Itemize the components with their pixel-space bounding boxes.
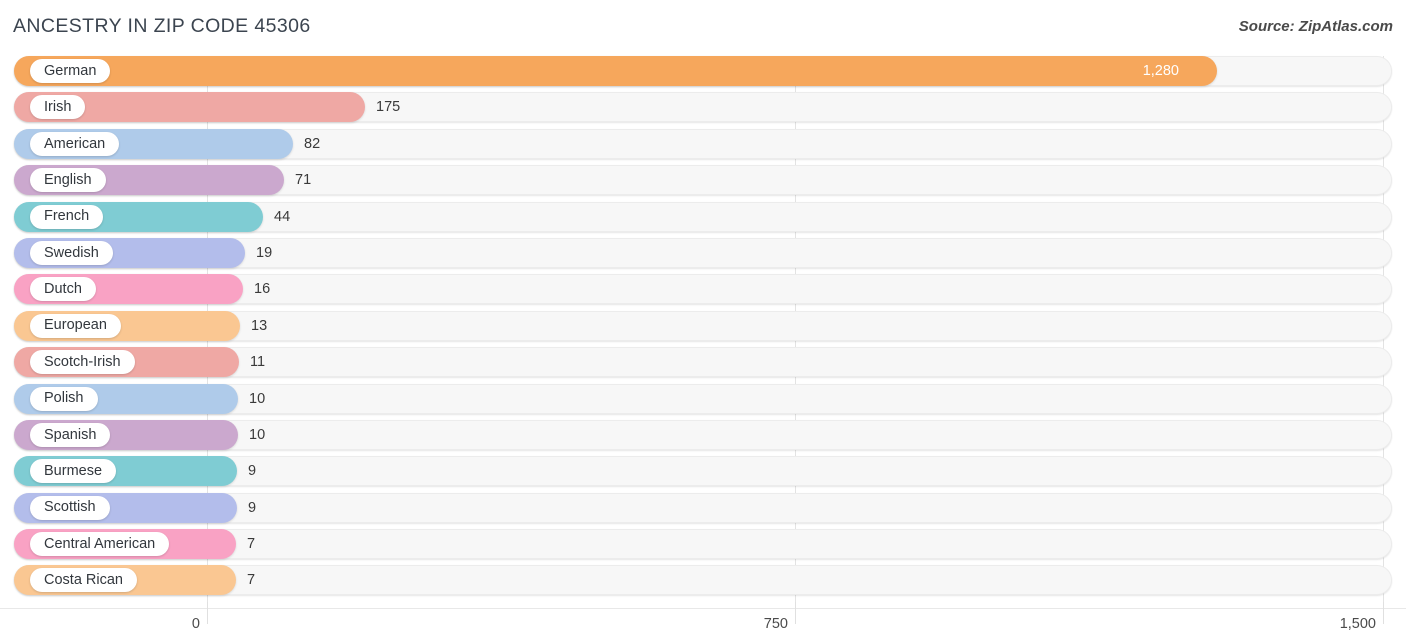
bar-row[interactable]: 7 Central American [0,529,1406,560]
category-label: European [44,317,107,334]
bar-row[interactable]: 1,280 German [0,56,1406,86]
bar-row[interactable]: 71 English [0,165,1406,196]
category-label: Scottish [44,499,96,516]
axis-tick-label: 1,500 [1339,616,1376,632]
source-attribution: Source: ZipAtlas.com [1238,18,1393,35]
category-label: American [44,135,106,152]
axis-tick-mark [1383,602,1384,624]
bar-row[interactable]: 82 American [0,128,1406,159]
category-label: Dutch [44,281,82,298]
bar-row[interactable]: 9 Scottish [0,492,1406,523]
bar-value-label: 82 [304,135,321,152]
bar-row[interactable]: 9 Burmese [0,456,1406,487]
category-label-pill[interactable]: Swedish [30,240,113,265]
category-label: English [44,171,92,188]
category-label: Scotch-Irish [44,353,121,370]
category-label: Spanish [44,426,97,443]
bar-row[interactable]: 11 Scotch-Irish [0,347,1406,378]
category-label-pill[interactable]: Burmese [30,459,117,484]
bar-value-label: 16 [254,281,271,298]
category-label: Swedish [44,244,99,261]
category-label-pill[interactable]: Costa Rican [30,568,137,593]
bar-row[interactable]: 16 Dutch [0,274,1406,305]
plot-area: 1,280 German 175 Irish 82 American 71 English 44… [0,56,1406,609]
x-axis: 0 750 1,500 [0,602,1406,644]
category-label: Costa Rican [44,572,123,589]
chart-container: ANCESTRY IN ZIP CODE 45306 Source: ZipAt… [0,0,1406,644]
axis-tick-mark [795,602,796,624]
bar-value-label: 175 [376,99,401,116]
category-label: French [44,208,90,225]
category-label-pill[interactable]: American [30,131,120,156]
axis-tick-mark [207,602,208,624]
category-label-pill[interactable]: Irish [30,95,86,120]
bar-value-label: 7 [247,536,256,553]
axis-tick-label: 750 [763,616,788,632]
category-label-pill[interactable]: Scottish [30,495,110,520]
category-label-pill[interactable]: Dutch [30,277,96,302]
category-label-pill[interactable]: Scotch-Irish [30,350,135,375]
category-label: Central American [44,535,156,552]
bar-row[interactable]: 13 European [0,310,1406,341]
category-label: Polish [44,390,84,407]
bar-value-label: 13 [251,317,268,334]
bar-value-label: 19 [256,244,273,261]
category-label-pill[interactable]: Polish [30,386,98,411]
category-label: Irish [44,99,72,116]
bar-value-label: 10 [249,426,266,443]
category-label-pill[interactable]: English [30,168,106,193]
bar-value-label: 7 [247,572,256,589]
axis-line [0,608,1406,609]
bar-value-label: 9 [248,499,257,516]
category-label-pill[interactable]: Central American [30,532,170,557]
bar-value-label: 9 [248,463,257,480]
category-label-pill[interactable]: French [30,204,104,229]
bar-value-label: 1,280 [1142,63,1179,79]
category-label-pill[interactable]: Spanish [30,422,111,447]
bar-row[interactable]: 175 Irish [0,92,1406,123]
category-label-pill[interactable]: European [30,313,121,338]
axis-tick-label: 0 [191,616,200,632]
bar-value-label: 44 [274,208,291,225]
bar-row[interactable]: 19 Swedish [0,237,1406,268]
category-label-pill[interactable]: German [30,59,111,83]
bar-row[interactable]: 10 Polish [0,383,1406,414]
bar-row[interactable]: 7 Costa Rican [0,565,1406,596]
bar-value-label: 10 [249,390,266,407]
category-label: German [44,62,97,79]
page-title: ANCESTRY IN ZIP CODE 45306 [13,15,311,37]
bar-value-label: 71 [295,172,312,189]
category-label: Burmese [44,463,103,480]
bar-rows: 1,280 German 175 Irish 82 American 71 English 44… [0,56,1406,602]
bar-row[interactable]: 44 French [0,201,1406,232]
bar-value-label: 11 [250,354,266,371]
bar-row[interactable]: 10 Spanish [0,419,1406,450]
